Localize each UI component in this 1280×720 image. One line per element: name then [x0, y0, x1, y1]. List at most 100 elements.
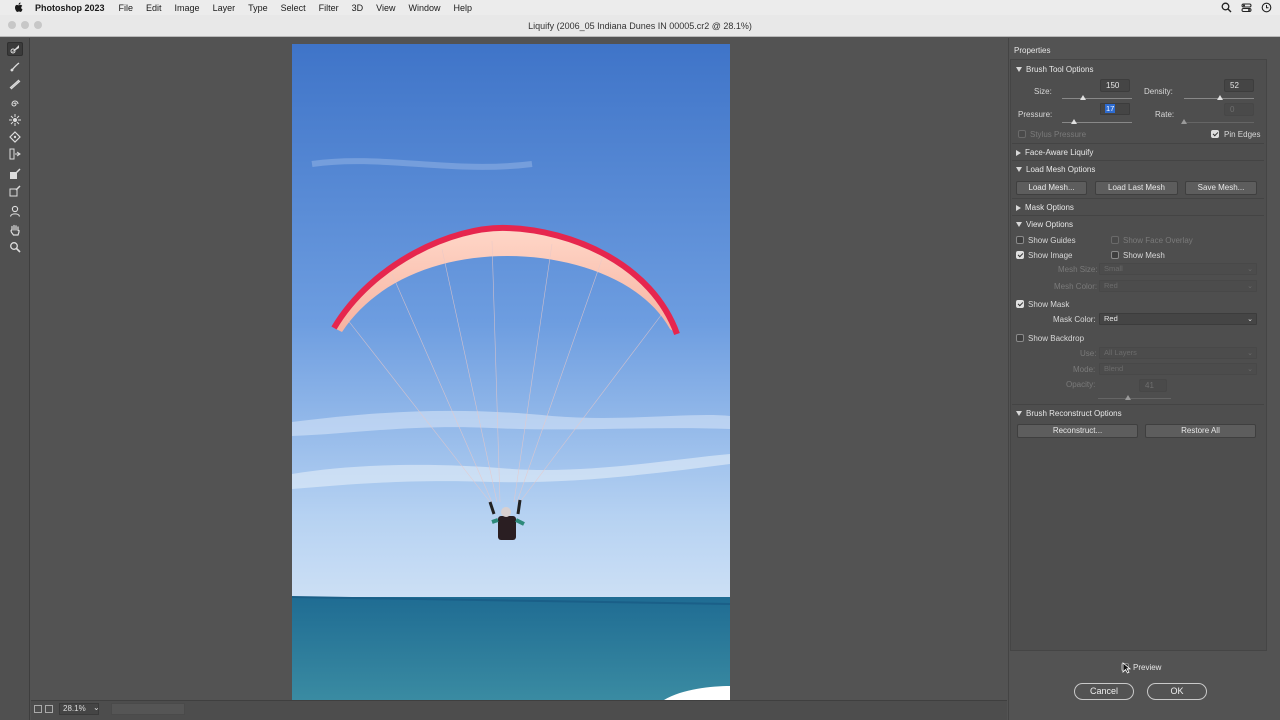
rate-slider[interactable] — [1181, 119, 1254, 124]
preview-image[interactable] — [292, 44, 730, 700]
pin-edges-label: Pin Edges — [1224, 130, 1261, 139]
restore-all-button[interactable]: Restore All — [1145, 424, 1256, 438]
section-title: View Options — [1026, 220, 1073, 229]
rate-label: Rate: — [1155, 110, 1175, 119]
opacity-slider[interactable] — [1098, 395, 1171, 400]
size-field[interactable]: 150 — [1100, 79, 1130, 92]
zoom-window-button[interactable] — [34, 21, 42, 29]
density-slider[interactable] — [1184, 95, 1254, 100]
menu-type[interactable]: Type — [248, 3, 268, 13]
show-mesh-checkbox[interactable] — [1111, 251, 1119, 259]
thaw-mask-tool[interactable] — [7, 184, 23, 198]
chevron-down-icon: ⌄ — [1247, 316, 1253, 323]
menu-help[interactable]: Help — [454, 3, 473, 13]
search-icon[interactable] — [1221, 2, 1232, 13]
brush-reconstruct-options-header[interactable]: Brush Reconstruct Options — [1016, 409, 1122, 418]
show-backdrop-label: Show Backdrop — [1028, 334, 1085, 343]
show-mask-label: Show Mask — [1028, 300, 1070, 309]
backdrop-use-select[interactable]: All Layers ⌄ — [1099, 347, 1257, 359]
menu-view[interactable]: View — [376, 3, 395, 13]
paraglider-photo — [292, 44, 730, 700]
opacity-field[interactable]: 41 — [1139, 379, 1167, 392]
size-slider-thumb[interactable] — [1080, 95, 1086, 100]
rate-slider-thumb[interactable] — [1181, 119, 1187, 124]
load-mesh-button[interactable]: Load Mesh... — [1016, 181, 1087, 195]
zoom-tool[interactable] — [7, 240, 23, 254]
density-slider-thumb[interactable] — [1217, 95, 1224, 100]
menu-window[interactable]: Window — [408, 3, 440, 13]
cancel-button[interactable]: Cancel — [1074, 683, 1134, 700]
pressure-slider-thumb[interactable] — [1070, 119, 1077, 124]
size-slider[interactable] — [1062, 95, 1132, 100]
dialog-title-bar: Liquify (2006_05 Indiana Dunes IN 00005.… — [0, 15, 1280, 37]
reconstruct-button[interactable]: Reconstruct... — [1017, 424, 1138, 438]
show-backdrop-checkbox[interactable] — [1016, 334, 1024, 342]
freeze-mask-tool[interactable] — [7, 167, 23, 181]
opacity-slider-thumb[interactable] — [1124, 395, 1131, 400]
control-center-icon[interactable] — [1241, 2, 1252, 13]
hand-icon — [10, 224, 20, 236]
mesh-size-select[interactable]: Small ⌄ — [1099, 263, 1257, 275]
menu-3d[interactable]: 3D — [352, 3, 364, 13]
divider — [1012, 404, 1264, 405]
apple-icon[interactable] — [12, 2, 25, 13]
menu-layer[interactable]: Layer — [213, 3, 236, 13]
mask-color-select[interactable]: Red ⌄ — [1099, 313, 1257, 325]
load-mesh-options-header[interactable]: Load Mesh Options — [1016, 165, 1095, 174]
push-left-tool[interactable] — [7, 147, 23, 161]
brush-tool-options-header[interactable]: Brush Tool Options — [1016, 65, 1093, 74]
menu-bar: Photoshop 2023 File Edit Image Layer Typ… — [0, 0, 1280, 15]
face-aware-liquify-header[interactable]: Face-Aware Liquify — [1016, 148, 1093, 157]
zoom-in-icon[interactable] — [45, 705, 53, 713]
chevron-down-icon[interactable]: ⌄ — [93, 703, 100, 712]
menu-filter[interactable]: Filter — [319, 3, 339, 13]
menu-edit[interactable]: Edit — [146, 3, 162, 13]
divider — [1012, 215, 1264, 216]
mesh-color-select[interactable]: Red ⌄ — [1099, 280, 1257, 292]
section-title: Mask Options — [1025, 203, 1074, 212]
clock-icon[interactable] — [1261, 2, 1272, 13]
backdrop-mode-select[interactable]: Blend ⌄ — [1099, 363, 1257, 375]
show-face-overlay-checkbox[interactable] — [1111, 236, 1119, 244]
show-image-checkbox[interactable] — [1016, 251, 1024, 259]
reconstruct-tool[interactable] — [7, 60, 23, 74]
forward-warp-tool[interactable] — [7, 42, 23, 56]
show-mask-checkbox[interactable] — [1016, 300, 1024, 308]
density-field[interactable]: 52 — [1224, 79, 1254, 92]
load-last-mesh-button[interactable]: Load Last Mesh — [1095, 181, 1178, 195]
zoom-slider[interactable] — [111, 703, 185, 715]
app-name[interactable]: Photoshop 2023 — [35, 3, 105, 13]
triangle-right-icon — [1016, 149, 1021, 156]
pucker-tool[interactable] — [7, 113, 23, 127]
twirl-clockwise-tool[interactable] — [7, 97, 23, 111]
hand-tool[interactable] — [7, 223, 23, 237]
menu-file[interactable]: File — [119, 3, 134, 13]
zoom-out-icon[interactable] — [34, 705, 42, 713]
triangle-down-icon — [1016, 411, 1022, 416]
pressure-slider[interactable] — [1062, 119, 1132, 124]
chevron-down-icon: ⌄ — [1247, 366, 1253, 373]
view-options-header[interactable]: View Options — [1016, 220, 1073, 229]
face-tool[interactable] — [7, 204, 23, 218]
menu-select[interactable]: Select — [281, 3, 306, 13]
save-mesh-button[interactable]: Save Mesh... — [1185, 181, 1257, 195]
size-label: Size: — [1034, 87, 1052, 96]
section-title: Load Mesh Options — [1026, 165, 1096, 174]
show-guides-checkbox[interactable] — [1016, 236, 1024, 244]
rate-field[interactable]: 0 — [1224, 103, 1254, 116]
smooth-tool[interactable] — [7, 77, 23, 91]
mask-options-header[interactable]: Mask Options — [1016, 203, 1074, 212]
pressure-field[interactable]: 17 — [1100, 103, 1130, 115]
bloat-icon — [9, 131, 21, 143]
push-left-icon — [9, 148, 21, 160]
pin-edges-checkbox[interactable] — [1211, 130, 1219, 138]
ok-button[interactable]: OK — [1147, 683, 1207, 700]
freeze-mask-icon — [10, 168, 21, 179]
preview-label: Preview — [1133, 663, 1162, 672]
stylus-pressure-checkbox[interactable] — [1018, 130, 1026, 138]
bloat-tool[interactable] — [7, 130, 23, 144]
minimize-window-button[interactable] — [21, 21, 29, 29]
menu-image[interactable]: Image — [175, 3, 200, 13]
close-window-button[interactable] — [8, 21, 16, 29]
triangle-right-icon — [1016, 204, 1021, 211]
